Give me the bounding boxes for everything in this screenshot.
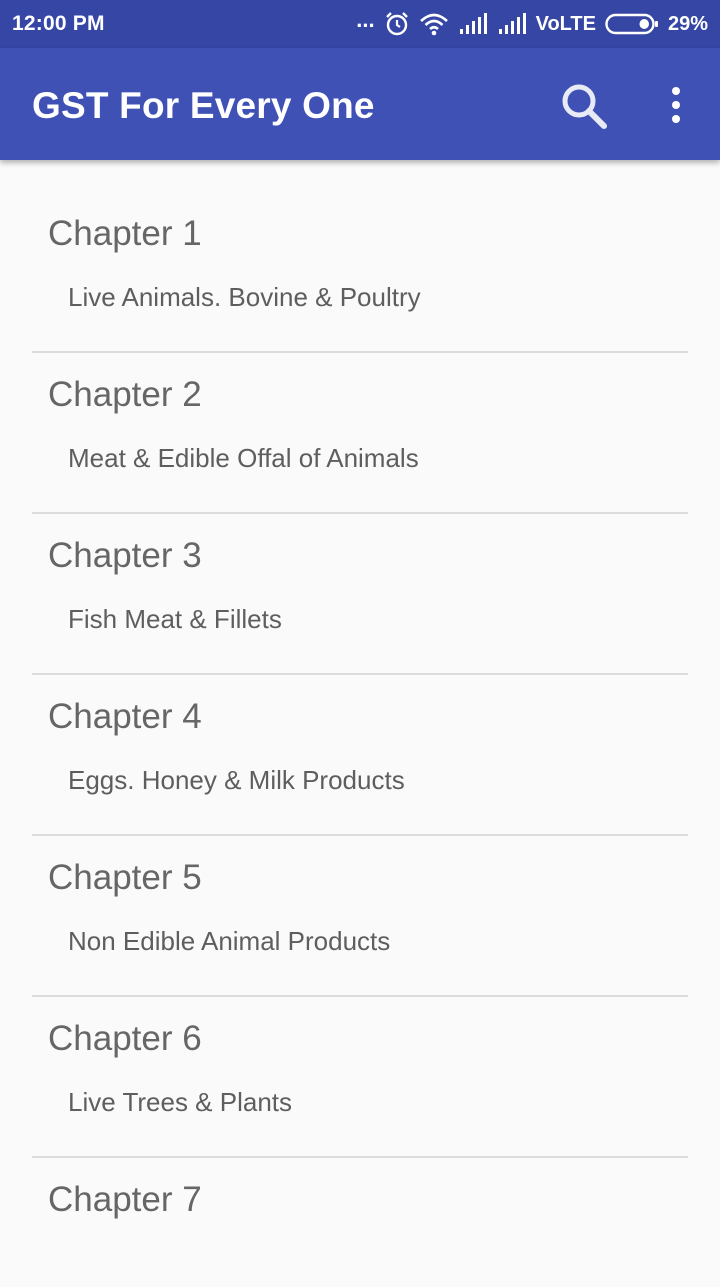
chapter-list-item[interactable]: Chapter 4 Eggs. Honey & Milk Products: [0, 643, 720, 804]
more-options-button[interactable]: [660, 82, 692, 130]
notification-dots: ...: [356, 7, 375, 32]
signal-icon-1: [458, 13, 488, 35]
search-button[interactable]: [558, 80, 610, 132]
app-bar: GST For Every One: [0, 48, 720, 160]
chapter-title: Chapter 3: [48, 536, 202, 575]
chapter-subtitle: Live Trees & Plants: [68, 1087, 292, 1117]
status-bar: 12:00 PM ... VoLTE 29%: [0, 0, 720, 48]
chapter-subtitle: Live Animals. Bovine & Poultry: [68, 282, 421, 312]
chapter-subtitle: Fish Meat & Fillets: [68, 604, 282, 634]
alarm-icon: [384, 11, 410, 37]
chapter-subtitle: Meat & Edible Offal of Animals: [68, 443, 419, 473]
status-time: 12:00 PM: [12, 12, 105, 35]
more-vert-icon: [672, 87, 680, 123]
chapter-subtitle: Eggs. Honey & Milk Products: [68, 765, 405, 795]
chapter-list-item[interactable]: Chapter 5 Non Edible Animal Products: [0, 804, 720, 965]
chapter-list-item[interactable]: Chapter 6 Live Trees & Plants: [0, 965, 720, 1126]
chapter-title: Chapter 5: [48, 858, 202, 897]
chapter-title: Chapter 1: [48, 214, 202, 253]
status-icons: ... VoLTE 29%: [356, 7, 708, 37]
chapter-list-item[interactable]: Chapter 7: [0, 1126, 720, 1287]
chapter-list-item[interactable]: Chapter 1 Live Animals. Bovine & Poultry: [0, 160, 720, 321]
app-title: GST For Every One: [32, 85, 375, 126]
chapter-subtitle: Non Edible Animal Products: [68, 926, 391, 956]
chapter-title: Chapter 7: [48, 1180, 202, 1219]
network-label: VoLTE: [535, 12, 596, 35]
battery-percent: 29%: [667, 12, 708, 35]
search-icon: [562, 84, 607, 129]
chapter-title: Chapter 2: [48, 375, 202, 414]
chapter-title: Chapter 4: [48, 697, 202, 736]
chapter-title: Chapter 6: [48, 1019, 202, 1058]
battery-icon: [605, 13, 659, 35]
signal-icon-2: [497, 13, 527, 35]
chapter-list-item[interactable]: Chapter 3 Fish Meat & Fillets: [0, 482, 720, 643]
wifi-icon: [419, 12, 449, 36]
chapter-list-item[interactable]: Chapter 2 Meat & Edible Offal of Animals: [0, 321, 720, 482]
